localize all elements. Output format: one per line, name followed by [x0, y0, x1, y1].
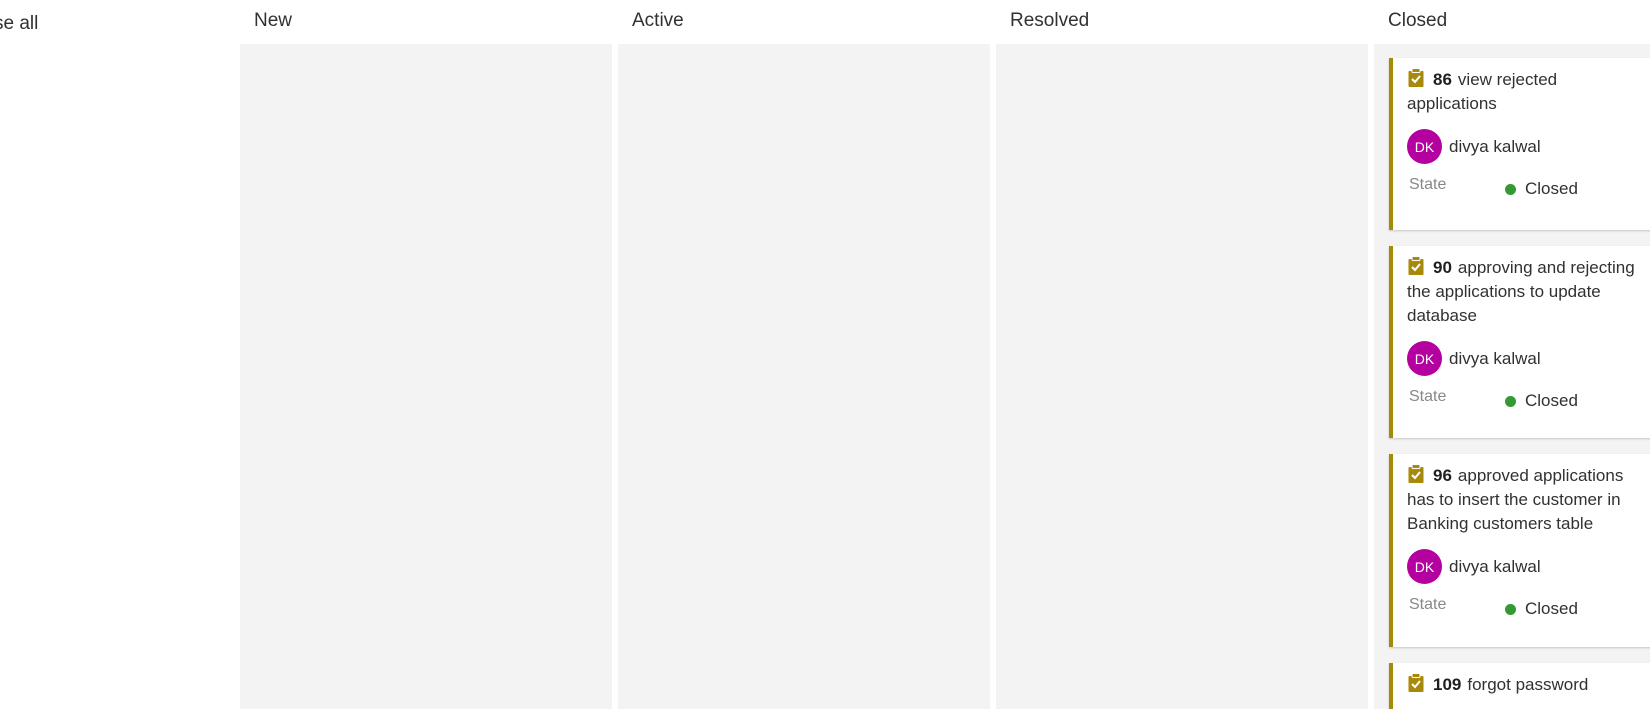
column-active[interactable]	[618, 44, 990, 709]
task-clipboard-icon	[1407, 464, 1425, 484]
card-state-row: State Closed	[1407, 382, 1650, 422]
card-id: 90	[1433, 258, 1452, 277]
state-closed-dot-icon	[1505, 603, 1516, 615]
assignee-name: divya kalwal	[1449, 136, 1541, 156]
state-label: State	[1409, 388, 1447, 405]
card-id: 96	[1433, 466, 1452, 485]
card-state-row: State Closed	[1407, 170, 1650, 210]
work-item-card[interactable]: 96 approved applications has to insert th…	[1389, 454, 1650, 647]
assignee-name: divya kalwal	[1449, 556, 1541, 576]
card-title[interactable]: 90 approving and rejecting the applicatio…	[1407, 256, 1650, 328]
task-clipboard-icon	[1407, 68, 1425, 88]
assignee-name: divya kalwal	[1449, 348, 1541, 368]
avatar: DK	[1407, 341, 1442, 376]
column-new[interactable]	[240, 44, 612, 709]
card-assignee: DK divya kalwal	[1407, 129, 1650, 164]
card-title[interactable]: 86 view rejected applications	[1407, 68, 1650, 116]
column-header-new[interactable]: New	[254, 10, 292, 32]
column-header-closed[interactable]: Closed	[1388, 10, 1447, 32]
card-title[interactable]: 96 approved applications has to insert th…	[1407, 464, 1650, 536]
state-value-text: Closed	[1525, 391, 1578, 410]
card-title-text[interactable]: forgot password	[1467, 675, 1588, 694]
card-assignee: DK divya kalwal	[1407, 549, 1650, 584]
card-id: 109	[1433, 675, 1462, 694]
column-resolved[interactable]	[996, 44, 1368, 709]
state-value[interactable]: Closed	[1505, 599, 1578, 619]
card-id: 86	[1433, 70, 1452, 89]
column-header-resolved[interactable]: Resolved	[1010, 10, 1089, 32]
state-closed-dot-icon	[1505, 395, 1516, 407]
avatar: DK	[1407, 549, 1442, 584]
task-clipboard-icon	[1407, 673, 1425, 693]
state-value[interactable]: Closed	[1505, 179, 1578, 199]
collapse-all-button[interactable]: se all	[0, 13, 38, 35]
work-item-card[interactable]: 86 view rejected applications DK divya ka…	[1389, 58, 1650, 230]
card-state-row: State Closed	[1407, 590, 1650, 630]
card-title[interactable]: 109 forgot password	[1407, 673, 1650, 697]
card-assignee: DK divya kalwal	[1407, 341, 1650, 376]
state-closed-dot-icon	[1505, 183, 1516, 195]
avatar: DK	[1407, 129, 1442, 164]
kanban-board: se all New Active Resolved Closed 86view…	[0, 0, 1650, 709]
state-value[interactable]: Closed	[1505, 391, 1578, 411]
state-label: State	[1409, 596, 1447, 613]
state-label: State	[1409, 176, 1447, 193]
work-item-card[interactable]: 90 approving and rejecting the applicatio…	[1389, 246, 1650, 438]
state-value-text: Closed	[1525, 599, 1578, 618]
work-item-card[interactable]: 109 forgot password	[1389, 663, 1650, 709]
task-clipboard-icon	[1407, 256, 1425, 276]
state-value-text: Closed	[1525, 179, 1578, 198]
column-header-active[interactable]: Active	[632, 10, 684, 32]
card-title-text[interactable]: view rejected applications	[1407, 70, 1557, 113]
